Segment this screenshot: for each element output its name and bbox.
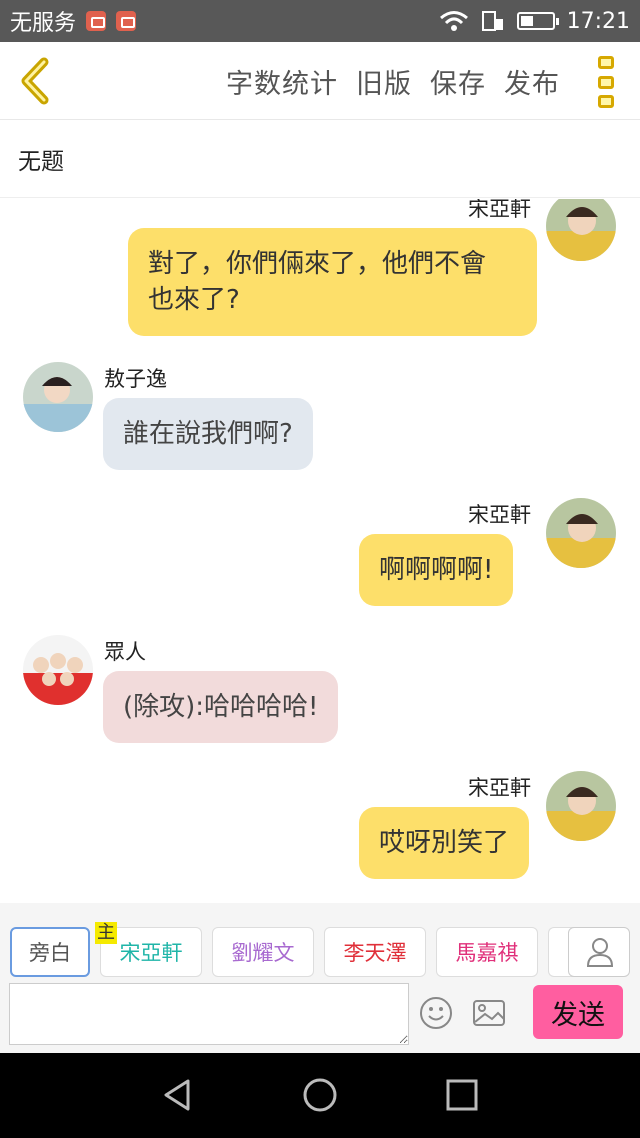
send-label: 发送 [551,999,605,1031]
sender-name: 宋亞軒 [468,776,531,800]
role-label: 馬嘉祺 [455,941,519,965]
avatar[interactable] [546,771,616,841]
message-bubble: 對了，你們倆來了，他們不會 也來了? [128,228,537,336]
role-label: 劉耀文 [231,941,295,965]
battery-icon [516,12,559,30]
message-bubble: (除攻):哈哈哈哈! [103,671,339,743]
message-bubble: 啊啊啊啊! [359,534,514,606]
message-bubble: 誰在說我們啊? [103,398,313,470]
word-count-button[interactable]: 字数统计 [226,62,338,101]
nav-home-icon[interactable] [302,1077,338,1113]
app-notification-icon [116,11,137,31]
role-label: 宋亞軒 [119,941,183,965]
role-chip-song-yaxuan[interactable]: 主 宋亞軒 [95,922,202,977]
message-line: (除攻):哈哈哈哈! [123,692,319,722]
avatar[interactable] [546,199,616,261]
signal-icon [481,11,503,31]
status-bar: 无服务 17:21 [0,0,640,42]
nav-back-icon[interactable] [160,1077,196,1113]
role-chip-narration[interactable]: 旁白 [10,927,90,977]
old-version-button[interactable]: 旧版 [356,62,412,101]
role-chip-liu-yaowen[interactable]: 劉耀文 [212,927,314,977]
publish-button[interactable]: 发布 [504,62,560,101]
more-menu-icon[interactable] [598,56,618,108]
title-text: 无题 [18,148,64,175]
sender-name: 宋亞軒 [468,503,531,527]
carrier-label: 无服务 [10,11,77,36]
send-button[interactable]: 发送 [533,985,623,1039]
save-button[interactable]: 保存 [430,62,486,101]
composer-panel: 旁白 主 宋亞軒 劉耀文 李天澤 馬嘉祺 发送 [0,903,640,1053]
message-line: 對了，你們倆來了，他們不會 [148,249,487,279]
composer-row: 发送 [0,983,640,1047]
back-chevron-icon[interactable] [14,56,58,106]
message-line: 也來了? [148,285,240,315]
avatar[interactable] [546,498,616,568]
mail-notification-icon [86,11,107,31]
nav-recents-icon[interactable] [444,1077,480,1113]
role-selector: 旁白 主 宋亞軒 劉耀文 李天澤 馬嘉祺 [0,922,640,979]
message-line: 哎呀別笑了 [379,828,510,858]
sender-name: 宋亞軒 [468,199,531,221]
system-nav-bar [0,1053,640,1138]
message-line: 啊啊啊啊! [379,555,494,585]
role-chip-li-tianze[interactable]: 李天澤 [324,927,426,977]
sender-name: 敖子逸 [104,367,167,391]
master-badge: 主 [95,922,117,944]
avatar[interactable] [23,635,93,705]
person-icon [586,938,614,967]
message-input[interactable] [9,983,409,1045]
add-role-button[interactable] [568,927,630,977]
sender-name: 眾人 [104,640,146,664]
avatar[interactable] [23,362,93,432]
wifi-icon [439,11,468,31]
role-chip-ma-jiaqi[interactable]: 馬嘉祺 [436,927,538,977]
chat-area[interactable]: 宋亞軒 對了，你們倆來了，他們不會 也來了? 敖子逸 誰在說我們啊? 宋亞軒 啊… [0,199,640,903]
message-bubble: 哎呀別笑了 [359,807,530,879]
role-label: 旁白 [29,941,71,965]
clock: 17:21 [566,8,630,34]
document-title[interactable]: 无题 [0,120,640,198]
editor-toolbar: 字数统计 旧版 保存 发布 [0,42,640,120]
emoji-icon[interactable] [418,995,454,1031]
image-icon[interactable] [471,995,507,1031]
role-label: 李天澤 [343,941,407,965]
message-line: 誰在說我們啊? [123,419,293,449]
